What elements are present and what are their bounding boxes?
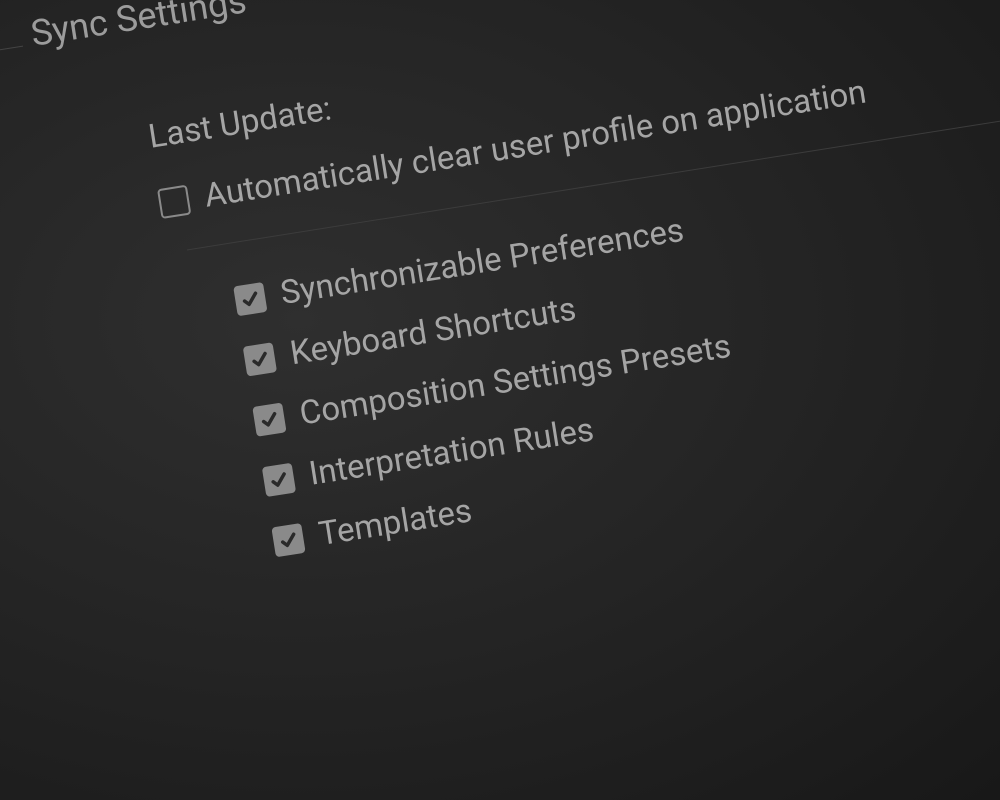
checkmark-icon [277,528,300,551]
checkmark-icon [239,287,262,310]
sync-pref-label: Templates [316,491,475,554]
sync-pref-checkbox[interactable] [243,342,277,376]
sync-pref-checkbox[interactable] [252,402,286,436]
sync-pref-checkbox[interactable] [233,281,267,315]
sync-pref-checkbox[interactable] [271,522,305,556]
checkmark-icon [267,468,290,491]
sync-pref-checkbox[interactable] [262,462,296,496]
checkmark-icon [248,347,271,370]
checkmark-icon [258,408,281,431]
auto-clear-checkbox[interactable] [157,184,191,218]
